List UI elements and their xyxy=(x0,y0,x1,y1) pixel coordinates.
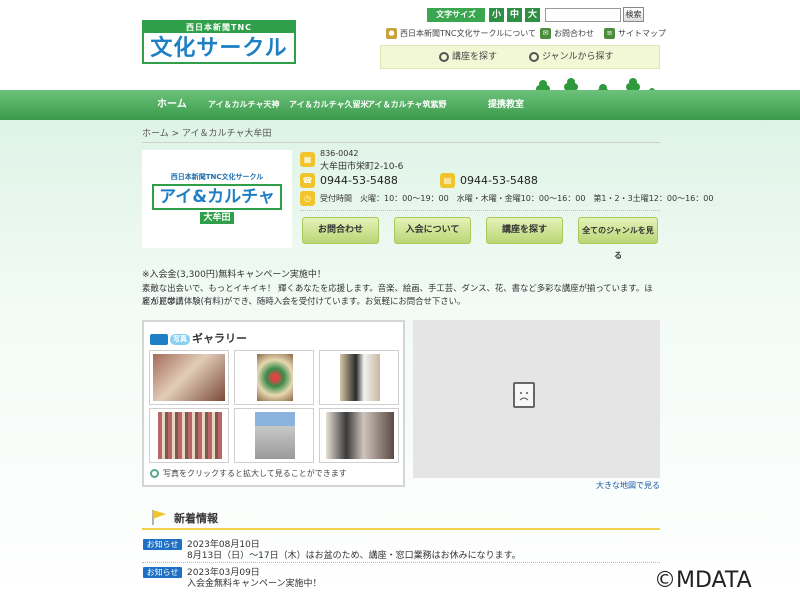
fax-number: 0944-53-5488 xyxy=(460,174,538,187)
toplink-about[interactable]: ● 西日本新聞TNC文化サークルについて xyxy=(386,27,536,41)
font-size-small-button[interactable]: 小 xyxy=(489,8,504,22)
breadcrumb-divider xyxy=(142,142,660,143)
main-nav: ホーム アイ＆カルチャ天神 アイ＆カルチャ久留米 アイ＆カルチャ筑紫野 提携教室 xyxy=(0,90,800,120)
photo-image xyxy=(326,412,394,459)
fax-icon: ▤ xyxy=(440,173,455,188)
font-size-large-button[interactable]: 大 xyxy=(525,8,540,22)
map-embed[interactable] xyxy=(413,320,660,478)
font-size-medium-button[interactable]: 中 xyxy=(507,8,522,22)
shop-logo: 西日本新聞TNC文化サークル アイ&カルチャ 大牟田 xyxy=(142,150,292,248)
contact-button[interactable]: お問合わせ xyxy=(302,217,379,244)
book-icon xyxy=(150,333,168,345)
toplink-sitemap[interactable]: ≡ サイトマップ xyxy=(604,27,666,41)
mail-icon: ✉ xyxy=(540,28,551,39)
nav-kurume[interactable]: アイ＆カルチャ久留米 xyxy=(289,90,369,120)
search-input[interactable] xyxy=(545,8,621,22)
gallery-caption: 写真をクリックすると拡大して見ることができます xyxy=(150,468,347,479)
business-hours: 受付時間 火曜：10：00～19：00 水曜・木曜・金曜10：00～16：00 … xyxy=(320,194,714,203)
font-size-label: 文字サイズ xyxy=(427,8,485,22)
watermark: ©MDATA xyxy=(654,568,752,593)
nav-partner[interactable]: 提携教室 xyxy=(488,90,524,120)
site-logo[interactable]: 西日本新聞TNC 文化サークル xyxy=(142,20,296,64)
campaign-text: ※入会金(3,300円)無料キャンペーン実施中！ xyxy=(142,270,326,280)
all-genres-button[interactable]: 全てのジャンルを見る xyxy=(578,217,658,260)
address: 大牟田市栄町2-10-6 xyxy=(320,162,404,172)
breadcrumb[interactable]: ホーム > アイ＆カルチャ大牟田 xyxy=(142,127,660,141)
membership-button[interactable]: 入会について xyxy=(394,217,471,244)
news-underline xyxy=(142,528,660,530)
search-course-link[interactable]: 講座を探す xyxy=(439,50,497,64)
lock-icon: ● xyxy=(386,28,397,39)
search-genre-link[interactable]: ジャンルから探す xyxy=(529,50,614,64)
gallery-photo-3[interactable] xyxy=(319,350,399,405)
photo-image xyxy=(158,412,222,459)
large-map-link[interactable]: 大きな地図で見る xyxy=(560,480,660,491)
nav-home[interactable]: ホーム xyxy=(157,90,187,120)
magnifier-icon xyxy=(150,469,159,478)
gallery-title: 写真 ギャラリー xyxy=(150,330,247,346)
clock-icon: ◷ xyxy=(300,191,315,206)
gallery-photo-6[interactable] xyxy=(319,408,399,463)
photo-image xyxy=(340,354,380,401)
news-text[interactable]: 8月13日（日）～17日（木）はお盆のため、講座・窓口業務はお休みになります。 xyxy=(187,548,521,561)
gallery-photo-4[interactable] xyxy=(149,408,229,463)
gallery-photo-1[interactable] xyxy=(149,350,229,405)
nav-chikushino[interactable]: アイ＆カルチャ筑紫野 xyxy=(367,90,447,120)
logo-top-text: 西日本新聞TNC xyxy=(144,22,294,33)
shop-logo-place: 大牟田 xyxy=(200,212,234,224)
gallery-photo-5[interactable] xyxy=(234,408,314,463)
tel-number: 0944-53-5488 xyxy=(320,174,398,187)
photo-image xyxy=(255,412,295,459)
magnifier-icon xyxy=(439,51,449,62)
sitemap-icon: ≡ xyxy=(604,28,615,39)
search-button[interactable]: 検索 xyxy=(623,7,644,22)
shop-logo-sub: 西日本新聞TNC文化サークル xyxy=(170,173,264,181)
description-line-2: 座が見学、体験(有料)ができ、随時入会を受付けています。お気軽にお問合せ下さい。 xyxy=(142,296,466,306)
news-badge: お知らせ xyxy=(143,539,182,550)
gallery-photo-2[interactable] xyxy=(234,350,314,405)
toplink-contact[interactable]: ✉ お問合わせ xyxy=(540,27,594,41)
shop-logo-name: アイ&カルチャ xyxy=(152,184,282,210)
news-header: 新着情報 xyxy=(142,506,660,528)
broken-image-icon xyxy=(513,382,535,408)
photo-image xyxy=(153,354,225,401)
flag-icon xyxy=(152,510,166,525)
info-divider xyxy=(300,210,660,211)
find-course-button[interactable]: 講座を探す xyxy=(486,217,563,244)
postal-code: 836-0042 xyxy=(320,149,359,158)
nav-tenjin[interactable]: アイ＆カルチャ天神 xyxy=(208,90,280,120)
phone-icon: ☎ xyxy=(300,173,315,188)
search-bar: 講座を探す ジャンルから探す xyxy=(380,45,660,69)
photo-image xyxy=(257,354,293,401)
gallery-title-pill: 写真 xyxy=(170,333,190,345)
news-badge: お知らせ xyxy=(143,567,182,578)
news-text[interactable]: 入会金無料キャンペーン実施中！ xyxy=(187,576,322,589)
building-icon: ▦ xyxy=(300,152,315,167)
news-separator xyxy=(142,562,660,563)
magnifier-icon xyxy=(529,51,539,62)
logo-main-text: 文化サークル xyxy=(150,36,288,61)
photo-gallery: 写真 ギャラリー 写真をクリックすると拡大して見ることができます xyxy=(142,320,405,487)
news-title: 新着情報 xyxy=(174,512,218,525)
